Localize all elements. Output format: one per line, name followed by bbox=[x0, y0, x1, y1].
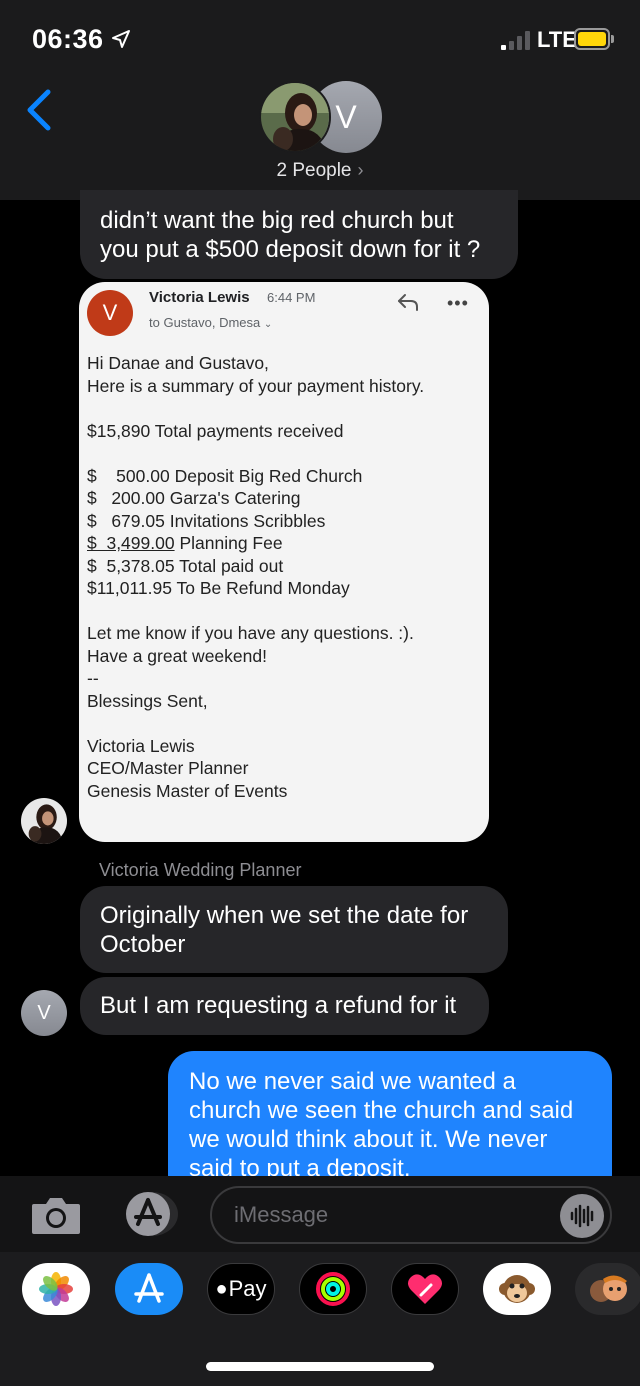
email-line: $ 5,378.05 Total paid out bbox=[87, 555, 284, 576]
message-line: you put a $500 deposit down for it ? bbox=[100, 236, 481, 263]
email-line: Victoria Lewis bbox=[87, 735, 195, 756]
email-sender-avatar: V bbox=[87, 290, 133, 336]
email-line: $15,890 Total payments received bbox=[87, 420, 344, 441]
memoji-icon bbox=[590, 1275, 627, 1302]
email-line bbox=[87, 600, 482, 623]
more-options-icon: ••• bbox=[447, 293, 469, 313]
apple-pay-label: Pay bbox=[228, 1276, 267, 1301]
message-input-placeholder: iMessage bbox=[234, 1202, 329, 1227]
email-line: CEO/Master Planner bbox=[87, 758, 249, 778]
home-indicator[interactable] bbox=[206, 1362, 434, 1371]
battery-icon bbox=[574, 28, 614, 50]
email-line: $11,011.95 To Be Refund Monday bbox=[87, 578, 350, 598]
participants-label: 2 People bbox=[276, 160, 352, 181]
planning-fee-label: Planning Fee bbox=[174, 533, 283, 553]
app-store-button-icon[interactable] bbox=[120, 1191, 178, 1237]
memoji-app-button[interactable] bbox=[575, 1263, 640, 1315]
email-line: Have a great weekend! bbox=[87, 645, 267, 666]
app-store-app-button[interactable] bbox=[115, 1263, 183, 1315]
avatar-initial: V bbox=[335, 98, 357, 135]
message-line: No we never said we wanted a bbox=[189, 1068, 516, 1095]
email-line: $ 3,499.00 Planning Fee bbox=[87, 532, 482, 555]
signal-strength-icon bbox=[501, 30, 533, 50]
chevron-down-icon: ⌄ bbox=[263, 319, 273, 330]
email-line: Hi Danae and Gustavo, bbox=[87, 353, 269, 373]
chevron-right-icon: › bbox=[357, 160, 364, 180]
network-type: LTE bbox=[537, 27, 577, 52]
email-screenshot-image[interactable]: V Victoria Lewis 6:44 PM to Gustavo, Dme… bbox=[79, 282, 489, 842]
incoming-message[interactable]: Originally when we set the date for Octo… bbox=[80, 886, 508, 973]
email-line bbox=[87, 712, 482, 735]
email-line: $ 200.00 Garza's Catering bbox=[87, 488, 301, 508]
email-body: Hi Danae and Gustavo, Here is a summary o… bbox=[87, 352, 482, 802]
email-line: Here is a summary of your payment histor… bbox=[87, 375, 425, 396]
message-line: didn’t want the big red church but bbox=[100, 207, 454, 234]
email-line: $ 679.05 Invitations Scribbles bbox=[87, 510, 326, 531]
activity-icon bbox=[316, 1272, 350, 1306]
incoming-message[interactable]: But I am requesting a refund for it bbox=[80, 977, 489, 1035]
apple-pay-app-button[interactable]: ● Pay bbox=[207, 1263, 275, 1315]
reply-icon bbox=[398, 294, 418, 311]
waveform-icon bbox=[570, 1204, 594, 1228]
location-arrow-icon bbox=[112, 30, 130, 48]
message-input[interactable]: iMessage bbox=[210, 1186, 612, 1244]
photos-icon bbox=[39, 1272, 73, 1306]
back-chevron-icon[interactable] bbox=[24, 88, 54, 132]
incoming-message[interactable]: didn’t want the big red church but you p… bbox=[80, 190, 518, 279]
status-time: 06:36 bbox=[32, 24, 104, 54]
animoji-icon bbox=[499, 1275, 535, 1303]
sender-avatar-v[interactable]: V bbox=[21, 990, 67, 1036]
message-line: church we seen the church and said bbox=[189, 1097, 574, 1124]
person-photo-icon bbox=[21, 798, 67, 844]
email-recipients-text: to Gustavo, Dmesa bbox=[149, 315, 261, 330]
audio-message-button[interactable] bbox=[560, 1194, 604, 1238]
email-line: Let me know if you have any questions. :… bbox=[87, 623, 414, 643]
email-line: Blessings Sent, bbox=[87, 690, 208, 711]
apple-pay-icon: ● bbox=[215, 1277, 228, 1300]
email-line bbox=[87, 397, 482, 420]
message-line: we would think about it. We never bbox=[189, 1126, 548, 1153]
email-time: 6:44 PM bbox=[267, 290, 316, 305]
email-line: -- bbox=[87, 668, 99, 688]
email-line bbox=[87, 442, 482, 465]
email-line: Genesis Master of Events bbox=[87, 780, 288, 801]
compose-bar: iMessage bbox=[0, 1176, 640, 1252]
participants-link[interactable]: 2 People › bbox=[0, 160, 640, 182]
message-line: October bbox=[100, 931, 186, 958]
avatar-photo[interactable] bbox=[259, 81, 331, 153]
message-line: Originally when we set the date for bbox=[100, 902, 469, 929]
email-recipients: to Gustavo, Dmesa ⌄ bbox=[149, 315, 272, 330]
sender-name: Victoria Wedding Planner bbox=[99, 860, 302, 880]
message-line: But I am requesting a refund for it bbox=[100, 992, 457, 1019]
animoji-app-button[interactable] bbox=[483, 1263, 551, 1315]
digital-touch-icon bbox=[408, 1274, 442, 1304]
camera-icon[interactable] bbox=[30, 1194, 82, 1236]
email-sender-name: Victoria Lewis bbox=[149, 289, 250, 306]
activity-app-button[interactable] bbox=[299, 1263, 367, 1315]
app-store-icon bbox=[134, 1273, 164, 1303]
email-line: $ 500.00 Deposit Big Red Church bbox=[87, 465, 363, 486]
status-bar: 06:36 LTE bbox=[0, 0, 640, 80]
digital-touch-app-button[interactable] bbox=[391, 1263, 459, 1315]
photos-app-button[interactable] bbox=[22, 1263, 90, 1315]
planning-fee-amount: $ 3,499.00 bbox=[87, 533, 175, 553]
sender-avatar-photo[interactable] bbox=[21, 798, 67, 844]
